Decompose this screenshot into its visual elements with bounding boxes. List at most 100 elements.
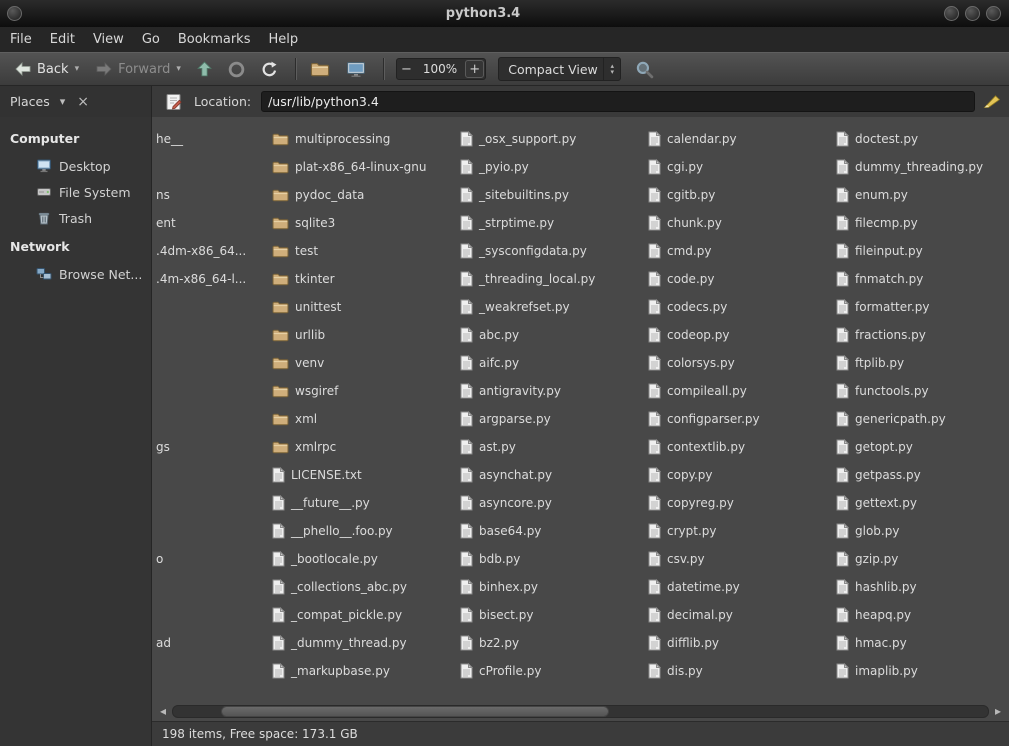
places-close-icon[interactable]: × bbox=[77, 94, 89, 110]
back-dropdown-icon[interactable]: ▾ bbox=[75, 64, 80, 74]
file-item[interactable]: bisect.py bbox=[460, 601, 533, 629]
file-item[interactable]: ad bbox=[156, 629, 171, 657]
file-item[interactable]: fileinput.py bbox=[836, 237, 923, 265]
sidebar-item-network[interactable]: Browse Net... bbox=[0, 261, 151, 287]
file-item[interactable]: crypt.py bbox=[648, 517, 717, 545]
file-item[interactable]: heapq.py bbox=[836, 601, 911, 629]
file-item[interactable]: o bbox=[156, 545, 163, 573]
file-item[interactable]: gs bbox=[156, 433, 170, 461]
file-item[interactable]: decimal.py bbox=[648, 601, 733, 629]
file-item[interactable]: cProfile.py bbox=[460, 657, 541, 685]
file-item[interactable]: codeop.py bbox=[648, 321, 729, 349]
forward-button[interactable]: Forward ▾ bbox=[89, 59, 187, 80]
file-item[interactable]: _weakrefset.py bbox=[460, 293, 570, 321]
file-item[interactable]: __future__.py bbox=[272, 489, 370, 517]
file-item[interactable]: datetime.py bbox=[648, 573, 740, 601]
zoom-out-button[interactable]: − bbox=[397, 60, 416, 78]
file-item[interactable]: contextlib.py bbox=[648, 433, 745, 461]
file-item[interactable]: base64.py bbox=[460, 517, 541, 545]
file-item[interactable]: unittest bbox=[272, 293, 341, 321]
file-item[interactable]: formatter.py bbox=[836, 293, 930, 321]
file-item[interactable]: LICENSE.txt bbox=[272, 461, 362, 489]
file-item[interactable]: dis.py bbox=[648, 657, 703, 685]
file-item[interactable]: ftplib.py bbox=[836, 349, 904, 377]
file-item[interactable]: abc.py bbox=[460, 321, 519, 349]
file-item[interactable]: multiprocessing bbox=[272, 125, 390, 153]
file-item[interactable]: compileall.py bbox=[648, 377, 747, 405]
file-item[interactable]: sqlite3 bbox=[272, 209, 335, 237]
file-item[interactable]: copyreg.py bbox=[648, 489, 734, 517]
show-desktop-button[interactable] bbox=[340, 58, 372, 81]
file-item[interactable]: dummy_threading.py bbox=[836, 153, 983, 181]
file-item[interactable]: codecs.py bbox=[648, 293, 727, 321]
forward-dropdown-icon[interactable]: ▾ bbox=[176, 64, 181, 74]
file-item[interactable]: bz2.py bbox=[460, 629, 519, 657]
file-item[interactable]: venv bbox=[272, 349, 324, 377]
file-item[interactable]: wsgiref bbox=[272, 377, 338, 405]
file-item[interactable]: __phello__.foo.py bbox=[272, 517, 393, 545]
file-item[interactable]: doctest.py bbox=[836, 125, 918, 153]
new-folder-button[interactable] bbox=[304, 58, 336, 80]
location-action-icon[interactable] bbox=[983, 94, 1001, 109]
file-item[interactable]: hmac.py bbox=[836, 629, 907, 657]
sidebar-item-filesystem[interactable]: File System bbox=[0, 179, 151, 205]
file-item[interactable]: genericpath.py bbox=[836, 405, 946, 433]
file-item[interactable]: cgitb.py bbox=[648, 181, 715, 209]
sidebar-item-trash[interactable]: Trash bbox=[0, 205, 151, 231]
file-item[interactable]: antigravity.py bbox=[460, 377, 561, 405]
places-dropdown-icon[interactable]: ▾ bbox=[60, 95, 66, 108]
file-item[interactable]: difflib.py bbox=[648, 629, 719, 657]
file-item[interactable]: ns bbox=[156, 181, 170, 209]
file-item[interactable]: configparser.py bbox=[648, 405, 760, 433]
file-item[interactable]: functools.py bbox=[836, 377, 929, 405]
file-item[interactable]: plat-x86_64-linux-gnu bbox=[272, 153, 426, 181]
file-item[interactable]: calendar.py bbox=[648, 125, 737, 153]
file-item[interactable]: hashlib.py bbox=[836, 573, 917, 601]
scrollbar-trough[interactable] bbox=[172, 705, 989, 718]
file-item[interactable]: .4m-x86_64-l... bbox=[156, 265, 246, 293]
file-item[interactable]: fractions.py bbox=[836, 321, 926, 349]
minimize-button[interactable] bbox=[944, 6, 959, 21]
up-button[interactable] bbox=[191, 58, 218, 81]
file-item[interactable]: ast.py bbox=[460, 433, 516, 461]
stop-button[interactable] bbox=[222, 58, 251, 81]
file-item[interactable]: _strptime.py bbox=[460, 209, 554, 237]
file-item[interactable]: imaplib.py bbox=[836, 657, 918, 685]
file-item[interactable]: _bootlocale.py bbox=[272, 545, 378, 573]
sidebar-item-desktop[interactable]: Desktop bbox=[0, 153, 151, 179]
file-item[interactable]: test bbox=[272, 237, 318, 265]
file-item[interactable]: pydoc_data bbox=[272, 181, 364, 209]
file-item[interactable]: _compat_pickle.py bbox=[272, 601, 402, 629]
file-item[interactable]: argparse.py bbox=[460, 405, 551, 433]
menu-edit[interactable]: Edit bbox=[41, 29, 84, 50]
file-item[interactable]: _collections_abc.py bbox=[272, 573, 407, 601]
file-item[interactable]: _markupbase.py bbox=[272, 657, 390, 685]
refresh-button[interactable] bbox=[255, 58, 284, 81]
file-item[interactable]: _osx_support.py bbox=[460, 125, 576, 153]
file-item[interactable]: _pyio.py bbox=[460, 153, 529, 181]
horizontal-scrollbar[interactable]: ◂ ▸ bbox=[152, 700, 1009, 722]
file-item[interactable]: ent bbox=[156, 209, 176, 237]
scroll-right-icon[interactable]: ▸ bbox=[991, 704, 1005, 718]
file-item[interactable]: gzip.py bbox=[836, 545, 898, 573]
file-item[interactable]: code.py bbox=[648, 265, 714, 293]
file-item[interactable]: asynchat.py bbox=[460, 461, 552, 489]
view-mode-spinner-icon[interactable]: ▴▾ bbox=[603, 58, 620, 80]
file-item[interactable]: binhex.py bbox=[460, 573, 538, 601]
location-input[interactable] bbox=[261, 91, 975, 112]
file-item[interactable]: asyncore.py bbox=[460, 489, 552, 517]
file-item[interactable]: aifc.py bbox=[460, 349, 519, 377]
file-item[interactable]: filecmp.py bbox=[836, 209, 918, 237]
file-item[interactable]: getopt.py bbox=[836, 433, 913, 461]
file-item[interactable]: _threading_local.py bbox=[460, 265, 595, 293]
window-menu-button[interactable] bbox=[7, 6, 22, 21]
menu-help[interactable]: Help bbox=[259, 29, 307, 50]
scrollbar-thumb[interactable] bbox=[221, 706, 609, 717]
file-item[interactable]: enum.py bbox=[836, 181, 908, 209]
menu-file[interactable]: File bbox=[10, 29, 41, 50]
file-item[interactable]: gettext.py bbox=[836, 489, 917, 517]
file-item[interactable]: _sysconfigdata.py bbox=[460, 237, 587, 265]
zoom-in-button[interactable]: + bbox=[465, 60, 484, 78]
file-item[interactable]: glob.py bbox=[836, 517, 899, 545]
file-item[interactable]: he__ bbox=[156, 125, 183, 153]
